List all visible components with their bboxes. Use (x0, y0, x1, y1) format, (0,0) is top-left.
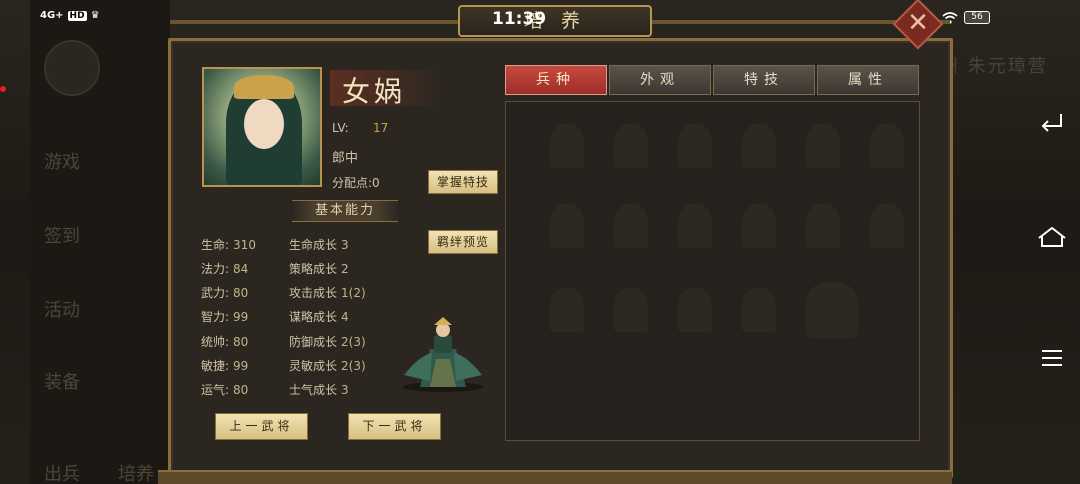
hero-name: 女娲 (342, 75, 407, 108)
background-menu-item: 装备 (44, 372, 80, 393)
troop-slot[interactable] (614, 204, 648, 248)
stat-hp: 生命: 310 (201, 238, 256, 252)
close-icon[interactable]: ✕ (902, 6, 934, 42)
troop-slot[interactable] (550, 124, 584, 168)
notification-dot (0, 86, 6, 92)
base-stats-title: 基本能力 (292, 200, 398, 222)
background-menu-item: 活动 (44, 300, 80, 321)
troop-list-area (505, 101, 920, 441)
home-icon[interactable] (1036, 226, 1068, 258)
troop-slot[interactable] (806, 282, 858, 338)
growth-defense: 防御成长 2(3) (289, 335, 366, 349)
status-bar-left: 4G+ HD ♛ (40, 10, 100, 21)
growth-strategy: 策略成长 2 (289, 262, 349, 276)
window-title: 培 养 (458, 5, 652, 37)
background-right-text: 州 朱元璋营 (940, 56, 1048, 77)
growth-agility: 灵敏成长 2(3) (289, 359, 366, 373)
tab-attributes[interactable]: 属性 (817, 65, 919, 95)
level-label: LV: (332, 121, 349, 135)
growth-tactics: 谋略成长 4 (289, 310, 349, 324)
hd-indicator: HD (67, 10, 87, 21)
stat-luck: 运气: 80 (201, 383, 249, 397)
battery-indicator: 56 (964, 11, 990, 24)
status-clock: 11:39 (492, 9, 547, 29)
troop-slot[interactable] (806, 204, 840, 248)
level-value: 17 (373, 121, 389, 135)
stat-command: 统帅: 80 (201, 335, 249, 349)
troop-slot[interactable] (742, 288, 776, 332)
troop-slot[interactable] (678, 288, 712, 332)
growth-attack: 攻击成长 1(2) (289, 286, 366, 300)
troop-slot[interactable] (550, 204, 584, 248)
hero-portrait (202, 67, 322, 187)
troop-slot[interactable] (870, 204, 904, 248)
troop-slot[interactable] (550, 288, 584, 332)
bond-preview-button[interactable]: 羁绊预览 (428, 230, 498, 254)
tab-special-skill[interactable]: 特技 (713, 65, 815, 95)
troop-slot[interactable] (678, 204, 712, 248)
growth-hp: 生命成长 3 (289, 238, 349, 252)
panel-bottom-frame (158, 470, 952, 484)
crown-icon: ♛ (90, 10, 100, 21)
back-icon[interactable] (1036, 110, 1068, 142)
background-menu-item: 出兵 (44, 464, 80, 484)
points-value: 0 (372, 176, 380, 190)
background-menu-item: 培养 (118, 464, 154, 484)
growth-morale: 士气成长 3 (289, 383, 349, 397)
troop-slot[interactable] (742, 204, 776, 248)
tab-troop-type[interactable]: 兵种 (505, 65, 607, 95)
menu-icon[interactable] (1036, 346, 1068, 378)
prev-general-button[interactable]: 上一武将 (215, 413, 308, 440)
troop-slot[interactable] (870, 124, 904, 168)
troop-slot[interactable] (806, 124, 840, 168)
hero-rank: 郎中 (332, 151, 359, 166)
troop-slot[interactable] (678, 124, 712, 168)
hero-figure-sprite (403, 317, 483, 392)
background-menu-item: 游戏 (44, 152, 80, 173)
troop-slot[interactable] (742, 124, 776, 168)
network-indicator: 4G+ (40, 10, 64, 21)
background-avatar (44, 40, 100, 96)
troop-slot[interactable] (614, 124, 648, 168)
stat-intellect: 智力: 99 (201, 310, 249, 324)
points-label: 分配点: (332, 176, 373, 190)
stat-force: 武力: 80 (201, 286, 249, 300)
allocation-points: 分配点:0 (332, 174, 380, 191)
troop-slot[interactable] (614, 288, 648, 332)
stat-agility: 敏捷: 99 (201, 359, 249, 373)
next-general-button[interactable]: 下一武将 (348, 413, 441, 440)
tab-appearance[interactable]: 外观 (609, 65, 711, 95)
stat-mp: 法力: 84 (201, 262, 249, 276)
background-menu-item: 签到 (44, 226, 80, 247)
master-skill-button[interactable]: 掌握特技 (428, 170, 498, 194)
